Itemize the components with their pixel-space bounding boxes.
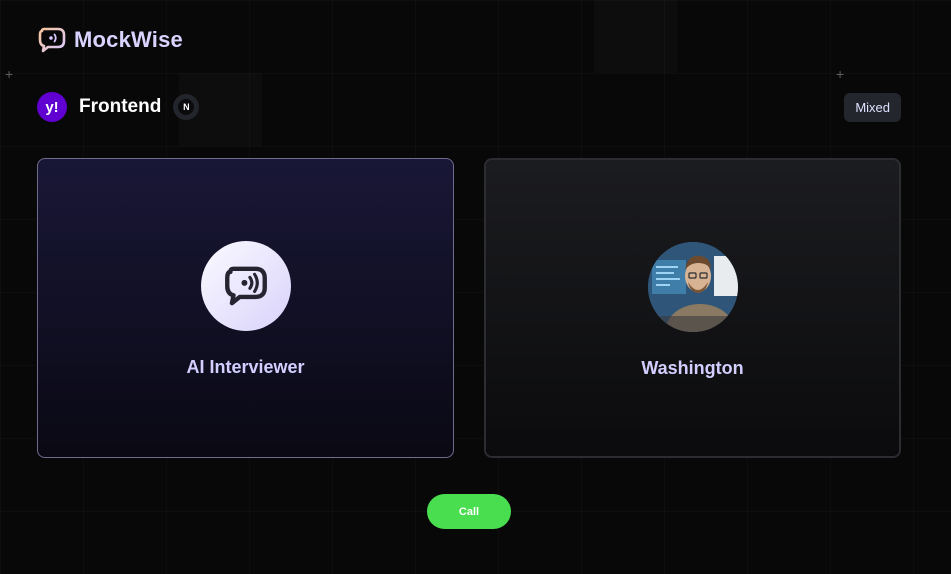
interview-header: y! Frontend N Mixed: [37, 92, 901, 122]
user-avatar-photo: [647, 242, 738, 332]
user-card: Washington: [484, 158, 901, 458]
company-logo: y!: [37, 92, 67, 122]
brand-name[interactable]: MockWise: [74, 27, 183, 53]
ai-interviewer-name: AI Interviewer: [186, 357, 305, 377]
call-button[interactable]: Call: [427, 494, 511, 529]
navbar: MockWise: [36, 26, 183, 54]
chat-bubble-signal-icon[interactable]: [36, 26, 68, 54]
sparkle-icon: +: [836, 66, 845, 82]
background-tile: [594, 0, 677, 73]
user-name: Washington: [641, 358, 744, 378]
chat-bubble-signal-icon: [224, 266, 267, 306]
company-logo-text: y!: [45, 98, 59, 116]
sparkle-icon: +: [5, 66, 14, 82]
interview-page: + + MockWise y! Frontend N Mixed AI Inte…: [0, 0, 951, 574]
nextjs-icon: N: [173, 94, 200, 120]
role-title: Frontend: [79, 96, 162, 117]
ai-avatar: [200, 241, 291, 331]
tech-stack-glyph: N: [178, 99, 195, 115]
interview-type-badge: Mixed: [844, 92, 901, 122]
user-photo-illustration: [647, 242, 738, 332]
ai-interviewer-card: AI Interviewer: [37, 158, 454, 458]
